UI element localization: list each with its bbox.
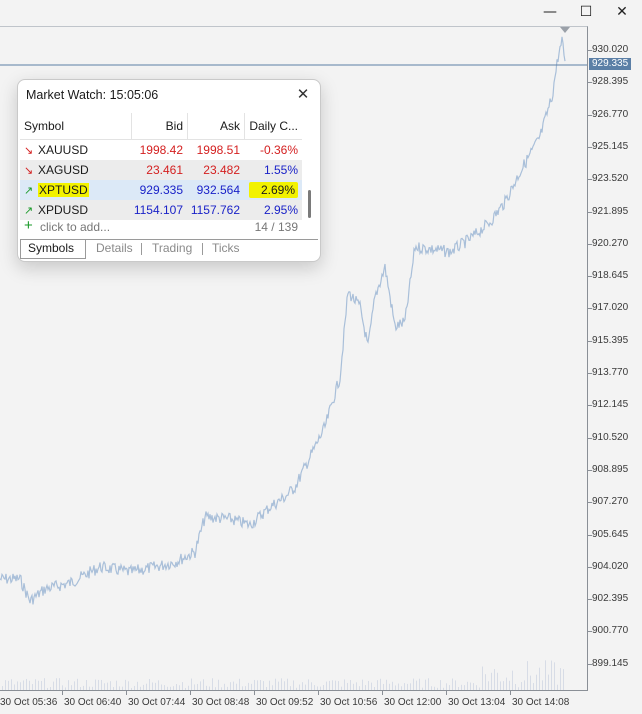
price-label: 905.645: [592, 528, 629, 540]
time-label: 30 Oct 07:44: [128, 697, 186, 708]
daily-change-cell: 2.69%: [244, 180, 302, 200]
column-header-bid[interactable]: Bid: [131, 113, 187, 139]
time-tick: [318, 691, 319, 695]
time-tick: [510, 691, 511, 695]
market-watch-title: Market Watch: 15:05:06: [26, 88, 159, 102]
column-header-symbol[interactable]: Symbol: [20, 113, 131, 139]
price-label: 925.145: [592, 140, 629, 152]
minimize-button[interactable]: —: [536, 2, 564, 22]
tab-details[interactable]: Details: [88, 240, 141, 258]
symbol-count: 14 / 139: [254, 220, 298, 234]
daily-change-value: 2.69%: [248, 182, 298, 198]
price-label: 923.520: [592, 173, 629, 185]
market-watch-table: Symbol Bid Ask Daily C... ↘ XAUUSD 1998.42…: [20, 113, 302, 220]
time-tick: [62, 691, 63, 695]
current-price-label: 929.335: [589, 58, 632, 70]
time-label: 30 Oct 09:52: [256, 697, 314, 708]
market-watch-close-button[interactable]: ✕: [292, 84, 314, 106]
time-label: 30 Oct 13:04: [448, 697, 506, 708]
price-label: 912.145: [592, 399, 629, 411]
tab-symbols[interactable]: Symbols: [20, 240, 86, 259]
daily-change-value: 2.95%: [263, 203, 298, 217]
add-symbol-label: click to add...: [40, 220, 111, 234]
close-window-button[interactable]: ✕: [608, 2, 636, 22]
daily-change-value: -0.36%: [259, 143, 298, 157]
price-label: 928.395: [592, 76, 629, 88]
tab-trading[interactable]: Trading: [144, 240, 200, 258]
bid-cell: 1998.42: [139, 143, 183, 157]
price-label: 930.020: [592, 44, 629, 55]
table-row[interactable]: ↗ XPTUSD 929.335 932.564 2.69%: [20, 180, 302, 200]
tab-ticks[interactable]: Ticks: [204, 240, 248, 258]
time-tick: [254, 691, 255, 695]
time-label: 30 Oct 06:40: [64, 697, 122, 708]
price-label: 915.395: [592, 334, 629, 346]
scrollbar-thumb[interactable]: [308, 190, 311, 218]
price-label: 904.020: [592, 560, 629, 572]
arrow-down-right-icon: ↘: [24, 165, 34, 177]
daily-change-cell: 1.55%: [244, 160, 302, 180]
daily-change-cell: -0.36%: [244, 140, 302, 160]
price-label: 920.270: [592, 237, 629, 249]
symbol-name: XAUUSD: [38, 143, 89, 157]
time-label: 30 Oct 14:08: [512, 697, 570, 708]
arrow-up-right-icon: ↗: [24, 185, 34, 197]
market-watch-window[interactable]: Market Watch: 15:05:06 ✕ Symbol Bid Ask …: [17, 79, 321, 262]
price-label: 908.895: [592, 463, 629, 475]
table-row[interactable]: ↘ XAGUSD 23.461 23.482 1.55%: [20, 160, 302, 180]
time-tick: [382, 691, 383, 695]
price-label: 926.770: [592, 108, 629, 120]
bid-cell: 23.461: [146, 163, 183, 177]
maximize-button[interactable]: ☐: [572, 2, 600, 22]
time-label: 30 Oct 12:00: [384, 697, 442, 708]
column-header-daily-change[interactable]: Daily C...: [244, 113, 302, 139]
tab-separator: [141, 243, 142, 255]
add-symbol-row[interactable]: + click to add... 14 / 139: [20, 217, 302, 237]
price-label: 902.395: [592, 593, 629, 605]
table-body: ↘ XAUUSD 1998.42 1998.51 -0.36% ↘ XAGUSD 23.461…: [20, 140, 302, 220]
price-label: 907.270: [592, 496, 629, 508]
daily-change-value: 1.55%: [263, 163, 298, 177]
ask-cell: 932.564: [196, 183, 240, 197]
symbol-name: XPTUSD: [38, 183, 89, 197]
price-label: 917.020: [592, 302, 629, 314]
ask-cell: 23.482: [203, 163, 240, 177]
tab-separator: [202, 243, 203, 255]
scrollbar[interactable]: [308, 118, 311, 248]
time-label: 30 Oct 08:48: [192, 697, 250, 708]
ask-cell: 1998.51: [196, 143, 240, 157]
bid-cell: 929.335: [139, 183, 183, 197]
market-watch-tabs: Symbols Details Trading Ticks: [20, 239, 318, 260]
price-label: 899.145: [592, 657, 629, 669]
arrow-down-right-icon: ↘: [24, 145, 34, 157]
time-tick: [446, 691, 447, 695]
symbol-name: XAGUSD: [38, 163, 89, 177]
price-axis[interactable]: 930.020 928.395 926.770 925.145 923.520 921.8…: [588, 26, 642, 690]
time-label: 30 Oct 05:36: [0, 697, 58, 708]
time-axis[interactable]: 30 Oct 05:36 30 Oct 06:40 30 Oct 07:44 30 O…: [0, 690, 588, 714]
price-label: 918.645: [592, 270, 629, 282]
price-label: 910.520: [592, 431, 629, 443]
price-label: 913.770: [592, 367, 629, 378]
table-row[interactable]: ↘ XAUUSD 1998.42 1998.51 -0.36%: [20, 140, 302, 160]
plus-icon: +: [24, 217, 33, 234]
symbol-name: XPDUSD: [38, 203, 89, 217]
price-label: 921.895: [592, 205, 629, 217]
volume-bars: [2, 660, 564, 691]
time-label: 30 Oct 10:56: [320, 697, 378, 708]
symbol-cell: ↗ XPTUSD: [20, 180, 131, 200]
table-header: Symbol Bid Ask Daily C...: [20, 113, 302, 140]
column-header-ask[interactable]: Ask: [187, 113, 244, 139]
symbol-cell: ↘ XAUUSD: [20, 140, 131, 160]
price-label: 900.770: [592, 625, 629, 637]
chart-shift-marker-icon[interactable]: [560, 27, 570, 33]
time-tick: [126, 691, 127, 695]
symbol-cell: ↘ XAGUSD: [20, 160, 131, 180]
window-titlebar: — ☐ ✕: [0, 0, 642, 26]
time-tick: [190, 691, 191, 695]
